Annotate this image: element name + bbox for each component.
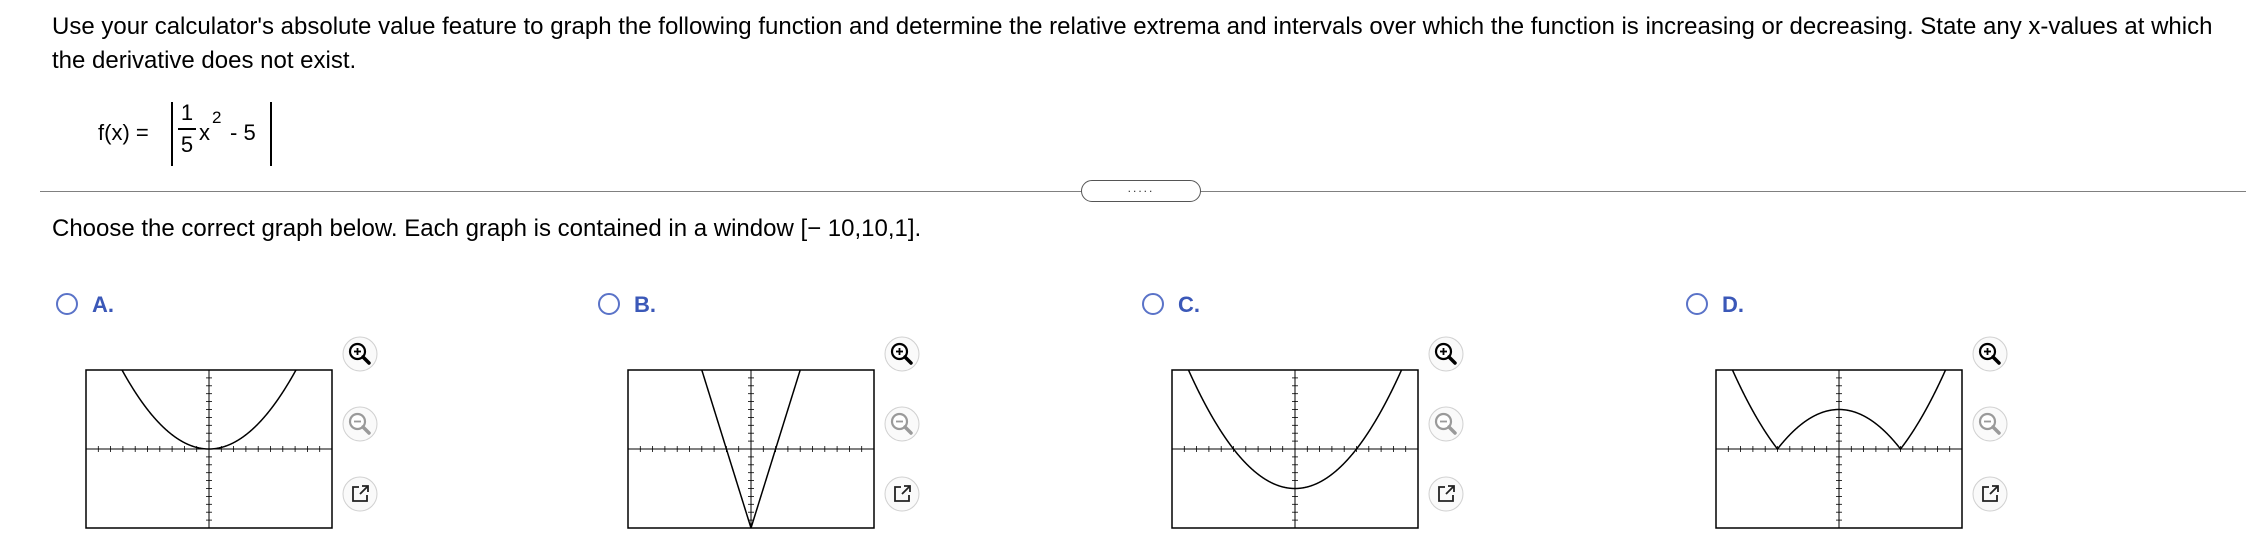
popout-icon[interactable]: [1972, 476, 2008, 512]
zoom-out-icon[interactable]: [884, 406, 920, 442]
formula-variable: x: [199, 120, 210, 145]
zoom-out-icon[interactable]: [1972, 406, 2008, 442]
formula-exponent: 2: [212, 108, 222, 127]
option-a-graph: [85, 369, 333, 529]
option-b-label[interactable]: B.: [634, 290, 656, 320]
option-b[interactable]: B.: [594, 290, 924, 540]
option-c-radio[interactable]: [1142, 293, 1164, 315]
abs-bar-right: [270, 102, 272, 166]
option-b-graph: [627, 369, 875, 529]
divider-handle[interactable]: .....: [1081, 180, 1201, 202]
option-a-radio[interactable]: [56, 293, 78, 315]
popout-icon[interactable]: [884, 476, 920, 512]
zoom-in-icon[interactable]: [1972, 336, 2008, 372]
fraction-numerator: 1: [180, 100, 194, 125]
option-c-label[interactable]: C.: [1178, 290, 1200, 320]
zoom-in-icon[interactable]: [342, 336, 378, 372]
option-d-graph: [1715, 369, 1963, 529]
fraction-denominator: 5: [180, 132, 194, 157]
zoom-out-icon[interactable]: [342, 406, 378, 442]
option-d[interactable]: D.: [1682, 290, 2012, 540]
zoom-in-icon[interactable]: [1428, 336, 1464, 372]
zoom-in-icon[interactable]: [884, 336, 920, 372]
zoom-out-icon[interactable]: [1428, 406, 1464, 442]
popout-icon[interactable]: [342, 476, 378, 512]
instruction-text: Choose the correct graph below. Each gra…: [52, 215, 922, 242]
formula-fraction: 1 5: [178, 100, 196, 158]
option-b-radio[interactable]: [598, 293, 620, 315]
popout-icon[interactable]: [1428, 476, 1464, 512]
option-a-label[interactable]: A.: [92, 290, 114, 320]
option-c[interactable]: C.: [1138, 290, 1468, 540]
question-text: Use your calculator's absolute value fea…: [52, 13, 2213, 74]
formula-constant: - 5: [230, 120, 256, 145]
formula-lhs: f(x) =: [98, 120, 149, 145]
option-c-graph: [1171, 369, 1419, 529]
fraction-line: [178, 128, 196, 130]
option-d-label[interactable]: D.: [1722, 290, 1744, 320]
abs-bar-left: [171, 102, 173, 166]
option-d-radio[interactable]: [1686, 293, 1708, 315]
option-a[interactable]: A.: [52, 290, 382, 540]
